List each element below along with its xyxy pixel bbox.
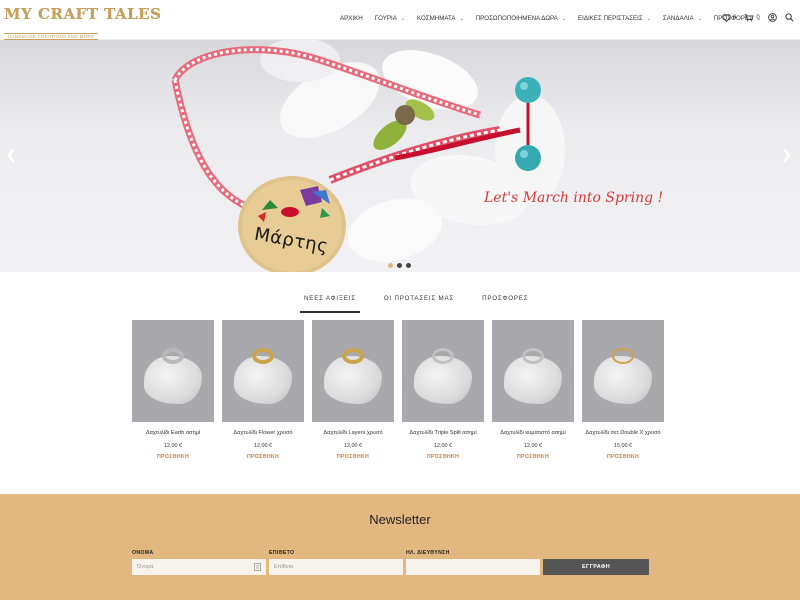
slider-dots: [388, 263, 411, 268]
header-icons: 0 0: [722, 13, 794, 22]
product-card[interactable]: Δαχτυλίδι Flower χρυσό 12,00 € ΠΡΟΣΘΗΚΗ: [222, 320, 304, 460]
add-to-cart-button[interactable]: ΠΡΟΣΘΗΚΗ: [312, 454, 394, 460]
nav-item-home[interactable]: ΑΡΧΙΚΗ: [340, 15, 363, 22]
product-card[interactable]: Δαχτυλίδι Layers χρυσό 12,00 € ΠΡΟΣΘΗΚΗ: [312, 320, 394, 460]
chevron-left-icon: ❮: [6, 148, 17, 163]
add-to-cart-button[interactable]: ΠΡΟΣΘΗΚΗ: [582, 454, 664, 460]
nav-item-label: ΓΟΥΡΙΑ: [374, 15, 397, 22]
last-name-label: ΕΠΙΘΕΤΟ: [269, 550, 295, 556]
newsletter-section: Newsletter ΟΝΟΜΑ Όνομα ΕΠΙΘΕΤΟ Επίθετο Η…: [0, 494, 800, 600]
product-image[interactable]: [312, 320, 394, 422]
nav-item-special-occasions[interactable]: ΕΙΔΙΚΕΣ ΠΕΡΙΣΤΑΣΕΙΣ ⌄: [578, 15, 651, 22]
product-tabs: ΝΕΕΣ ΑΦΙΞΕΙΣ ΟΙ ΠΡΟΤΑΣΕΙΣ ΜΑΣ ΠΡΟΣΦΟΡΕΣ: [300, 292, 552, 313]
product-image[interactable]: [402, 320, 484, 422]
first-name-input[interactable]: Όνομα: [132, 559, 266, 575]
chevron-right-icon: ❯: [781, 148, 792, 163]
product-card[interactable]: Δαχτυλίδι σετ Double X χρυσό 15,00 € ΠΡΟ…: [582, 320, 664, 460]
email-input[interactable]: [406, 559, 540, 575]
slider-prev-button[interactable]: ❮: [6, 148, 17, 163]
first-name-label: ΟΝΟΜΑ: [132, 550, 154, 556]
product-image[interactable]: [222, 320, 304, 422]
hero-image: [171, 40, 565, 272]
slider-dot[interactable]: [397, 263, 402, 268]
last-name-field: ΕΠΙΘΕΤΟ Επίθετο: [269, 550, 403, 575]
cart-button[interactable]: 0: [744, 13, 760, 22]
wishlist-button[interactable]: 0: [722, 13, 737, 22]
product-name[interactable]: Δαχτυλίδι σετ Double X χρυσό: [582, 430, 664, 436]
main-nav: ΑΡΧΙΚΗ ΓΟΥΡΙΑ ⌄ ΚΟΣΜΗΜΑΤΑ ⌄ ΠΡΟΣΩΠΟΠΟΙΗΜΕΝ…: [340, 15, 773, 22]
newsletter-title: Newsletter: [369, 512, 431, 527]
search-icon: [785, 13, 794, 22]
product-price: 12,00 €: [164, 443, 182, 449]
nav-item-label: ΣΑΝΔΑΛΙΑ: [662, 15, 694, 22]
product-name[interactable]: Δαχτυλίδι Earth ασημί: [132, 430, 214, 436]
account-button[interactable]: [767, 13, 777, 22]
product-grid: Δαχτυλίδι Earth ασημί 12,00 € ΠΡΟΣΘΗΚΗ Δ…: [132, 320, 664, 460]
logo-title: MY CRAFT TALES: [4, 5, 162, 23]
product-image[interactable]: [582, 320, 664, 422]
chevron-down-icon: ⌄: [646, 15, 651, 22]
product-price: 12,00 €: [524, 443, 542, 449]
product-card[interactable]: Δαχτυλίδι Triple Split ασημί 12,00 € ΠΡΟ…: [402, 320, 484, 460]
product-image[interactable]: [132, 320, 214, 422]
wishlist-count: 0: [733, 14, 737, 21]
nav-item-sandals[interactable]: ΣΑΝΔΑΛΙΑ ⌄: [663, 15, 702, 22]
nav-item-personalized-gifts[interactable]: ΠΡΟΣΩΠΟΠΟΙΗΜΕΝΑ ΔΩΡΑ ⌄: [476, 15, 566, 22]
add-to-cart-button[interactable]: ΠΡΟΣΘΗΚΗ: [402, 454, 484, 460]
add-to-cart-button[interactable]: ΠΡΟΣΘΗΚΗ: [222, 454, 304, 460]
add-to-cart-button[interactable]: ΠΡΟΣΘΗΚΗ: [132, 454, 214, 460]
slider-dot[interactable]: [388, 263, 393, 268]
site-header: MY CRAFT TALES HANDMADE CREATIONS AND MO…: [0, 0, 800, 40]
product-image[interactable]: [492, 320, 574, 422]
product-price: 15,00 €: [614, 443, 632, 449]
product-card[interactable]: Δαχτυλίδι κυματιστό ασημί 12,00 € ΠΡΟΣΘΗ…: [492, 320, 574, 460]
chevron-down-icon: ⌄: [561, 15, 566, 22]
chevron-down-icon: ⌄: [400, 15, 406, 22]
product-price: 12,00 €: [344, 443, 362, 449]
contact-card-icon: [254, 563, 261, 571]
email-field: ΗΛ. ΔΙΕΥΘΥΝΣΗ: [406, 550, 540, 575]
product-price: 12,00 €: [434, 443, 452, 449]
slider-next-button[interactable]: ❯: [781, 148, 792, 163]
product-name[interactable]: Δαχτυλίδι Layers χρυσό: [312, 430, 394, 436]
site-logo[interactable]: MY CRAFT TALES HANDMADE CREATIONS AND MO…: [4, 5, 161, 42]
last-name-input[interactable]: Επίθετο: [269, 559, 403, 575]
tab-our-picks[interactable]: ΟΙ ΠΡΟΤΑΣΕΙΣ ΜΑΣ: [380, 292, 458, 313]
nav-item-jewelry[interactable]: ΚΟΣΜΗΜΑΤΑ ⌄: [417, 15, 464, 22]
slider-dot[interactable]: [406, 263, 411, 268]
tab-offers[interactable]: ΠΡΟΣΦΟΡΕΣ: [478, 292, 532, 313]
tab-new-arrivals[interactable]: ΝΕΕΣ ΑΦΙΞΕΙΣ: [300, 292, 360, 313]
product-name[interactable]: Δαχτυλίδι κυματιστό ασημί: [492, 430, 574, 436]
cart-icon: [744, 13, 754, 22]
chevron-down-icon: ⌄: [697, 15, 702, 22]
logo-subtitle: HANDMADE CREATIONS AND MORE: [4, 33, 99, 40]
first-name-placeholder: Όνομα: [137, 564, 154, 570]
nav-item-label: ΠΡΟΣΩΠΟΠΟΙΗΜΕΝΑ ΔΩΡΑ: [475, 15, 558, 22]
add-to-cart-button[interactable]: ΠΡΟΣΘΗΚΗ: [492, 454, 574, 460]
product-name[interactable]: Δαχτυλίδι Flower χρυσό: [222, 430, 304, 436]
nav-item-label: ΚΟΣΜΗΜΑΤΑ: [417, 15, 456, 22]
nav-item-label: ΕΙΔΙΚΕΣ ΠΕΡΙΣΤΑΣΕΙΣ: [577, 15, 643, 22]
product-card[interactable]: Δαχτυλίδι Earth ασημί 12,00 € ΠΡΟΣΘΗΚΗ: [132, 320, 214, 460]
chevron-down-icon: ⌄: [459, 15, 464, 22]
last-name-placeholder: Επίθετο: [274, 564, 294, 570]
nav-item-label: ΑΡΧΙΚΗ: [340, 15, 363, 22]
subscribe-button[interactable]: ΕΓΓΡΑΦΗ: [543, 559, 649, 575]
hero-caption: Let's March into Spring !: [484, 190, 664, 206]
product-price: 12,00 €: [254, 443, 272, 449]
product-name[interactable]: Δαχτυλίδι Triple Split ασημί: [402, 430, 484, 436]
search-button[interactable]: [785, 13, 794, 22]
first-name-field: ΟΝΟΜΑ Όνομα: [132, 550, 266, 575]
cart-count: 0: [756, 14, 760, 21]
user-icon: [767, 13, 777, 22]
email-label: ΗΛ. ΔΙΕΥΘΥΝΣΗ: [406, 550, 450, 556]
hero-slider: Μάρτης Let's March into Spring ! ❮ ❯: [0, 40, 800, 272]
nav-item-charms[interactable]: ΓΟΥΡΙΑ ⌄: [375, 15, 405, 22]
heart-icon: [722, 13, 731, 22]
